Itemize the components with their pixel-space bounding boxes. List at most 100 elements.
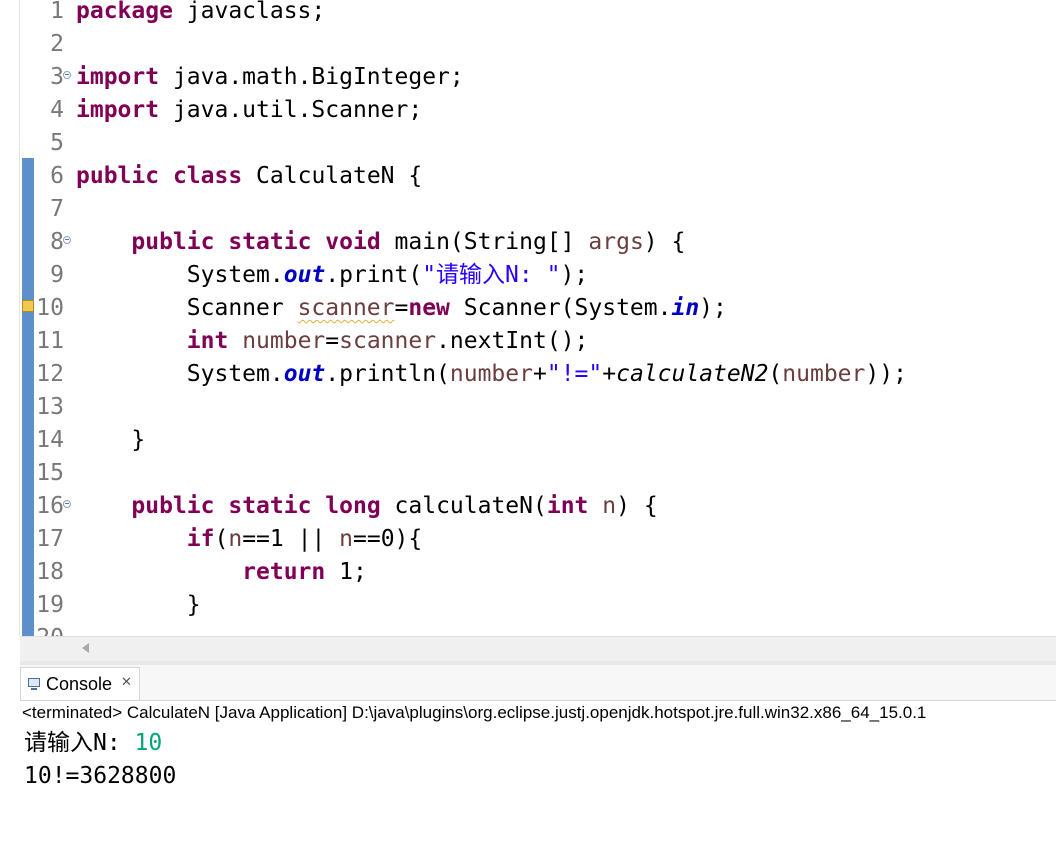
scroll-left-arrow-icon[interactable] xyxy=(82,643,89,653)
code-text: } xyxy=(76,424,145,457)
code-text: public static long calculateN(int n) { xyxy=(76,490,658,523)
code-line[interactable]: 10 Scanner scanner=new Scanner(System.in… xyxy=(0,292,1056,325)
line-number: 3 xyxy=(50,64,64,90)
code-line[interactable]: 11 int number=scanner.nextInt(); xyxy=(0,325,1056,358)
code-text: Scanner scanner=new Scanner(System.in); xyxy=(76,292,727,325)
code-line[interactable]: 13 xyxy=(0,391,1056,424)
code-token: number xyxy=(449,361,533,387)
code-line[interactable]: 18 return 1; xyxy=(0,556,1056,589)
code-line[interactable]: 12 System.out.println(number+"!="+calcul… xyxy=(0,358,1056,391)
code-token: )); xyxy=(865,361,907,387)
line-number: 5 xyxy=(50,130,64,156)
code-token: ==1 || xyxy=(242,526,340,552)
console-result-line: 10!=3628800 xyxy=(24,763,177,789)
code-text: import java.math.BigInteger; xyxy=(76,61,464,94)
code-token: = xyxy=(325,328,340,354)
code-editor[interactable]: 1 package javaclass; 2 3 import java.math.Bi… xyxy=(0,0,1056,636)
line-number: 20 xyxy=(34,622,64,636)
code-token: args xyxy=(588,229,644,255)
code-line[interactable]: 3 import java.math.BigInteger; xyxy=(0,61,1056,94)
line-number: 6 xyxy=(50,163,64,189)
code-token: "请输入N: " xyxy=(422,262,561,288)
code-token: scanner xyxy=(297,295,395,321)
code-token: Scanner(System. xyxy=(449,295,672,321)
code-token: int xyxy=(546,493,589,519)
code-token: calculateN( xyxy=(380,493,547,519)
code-token: number xyxy=(242,328,326,354)
code-token: int xyxy=(186,328,229,354)
code-line[interactable]: 7 xyxy=(0,193,1056,226)
code-line[interactable]: 6 public class CalculateN { xyxy=(0,160,1056,193)
code-token: n xyxy=(602,493,617,519)
fold-toggle-icon[interactable] xyxy=(63,236,71,244)
code-token: "!=" xyxy=(546,361,603,387)
code-line[interactable]: 8 public static void main(String[] args)… xyxy=(0,226,1056,259)
console-tab-bar xyxy=(20,665,1056,701)
code-token: class xyxy=(172,163,243,189)
line-number: 15 xyxy=(36,460,64,486)
code-token: n xyxy=(228,526,243,552)
code-token: ==0){ xyxy=(353,526,423,552)
fold-toggle-icon[interactable] xyxy=(63,500,71,508)
code-token: package xyxy=(76,0,173,24)
code-line[interactable]: 17 if(n==1 || n==0){ xyxy=(0,523,1056,556)
code-token: ); xyxy=(699,295,727,321)
code-token: number xyxy=(782,361,866,387)
code-token: ) { xyxy=(643,229,686,255)
code-line[interactable]: 4 import java.util.Scanner; xyxy=(0,94,1056,127)
fold-toggle-icon[interactable] xyxy=(63,71,71,79)
code-token: in xyxy=(671,295,700,321)
line-number: 10 xyxy=(36,295,64,321)
code-token: public xyxy=(131,493,215,519)
code-token: import xyxy=(76,97,160,123)
code-line[interactable]: 19 } xyxy=(0,589,1056,622)
code-token: if xyxy=(186,526,215,552)
code-text: System.out.print("请输入N: "); xyxy=(76,259,588,292)
console-status-text: <terminated> CalculateN [Java Applicatio… xyxy=(22,703,927,722)
code-token: ); xyxy=(560,262,589,288)
line-number: 19 xyxy=(36,592,64,618)
code-line[interactable]: 15 xyxy=(0,457,1056,490)
code-text: return 1; xyxy=(76,556,367,589)
line-number: 18 xyxy=(36,559,64,585)
code-token: } xyxy=(76,592,201,618)
line-number: 11 xyxy=(36,328,64,354)
line-number: 8 xyxy=(50,229,64,255)
code-token: ( xyxy=(214,526,229,552)
code-line[interactable]: 9 System.out.print("请输入N: "); xyxy=(0,259,1056,292)
code-line[interactable]: 16 public static long calculateN(int n) … xyxy=(0,490,1056,523)
code-line[interactable]: 5 xyxy=(0,127,1056,160)
code-token: calculateN2 xyxy=(616,361,769,387)
warning-marker-icon[interactable] xyxy=(22,300,34,312)
code-text: import java.util.Scanner; xyxy=(76,94,422,127)
code-token: 1; xyxy=(325,559,367,585)
code-token: = xyxy=(394,295,409,321)
horizontal-scrollbar[interactable] xyxy=(20,636,1056,661)
line-number: 17 xyxy=(36,526,64,552)
code-token: public xyxy=(131,229,215,255)
code-token: n xyxy=(339,526,353,552)
console-tab-label: Console xyxy=(46,674,113,694)
tab-console[interactable]: Console ✕ xyxy=(20,667,140,700)
code-token: .nextInt(); xyxy=(436,328,589,354)
close-icon[interactable]: ✕ xyxy=(121,675,132,690)
code-token: main(String[] xyxy=(380,229,589,255)
line-number: 7 xyxy=(50,196,64,222)
code-token: out xyxy=(283,361,326,387)
code-token: scanner xyxy=(339,328,437,354)
code-token: java.math.BigInteger; xyxy=(159,64,464,90)
code-line[interactable]: 1 package javaclass; xyxy=(0,0,1056,28)
code-line[interactable]: 14 } xyxy=(0,424,1056,457)
code-line[interactable]: 20 xyxy=(0,622,1056,636)
code-token: System. xyxy=(76,361,284,387)
code-token: ) { xyxy=(616,493,658,519)
code-text: int number=scanner.nextInt(); xyxy=(76,325,589,358)
code-line[interactable]: 2 xyxy=(0,28,1056,61)
